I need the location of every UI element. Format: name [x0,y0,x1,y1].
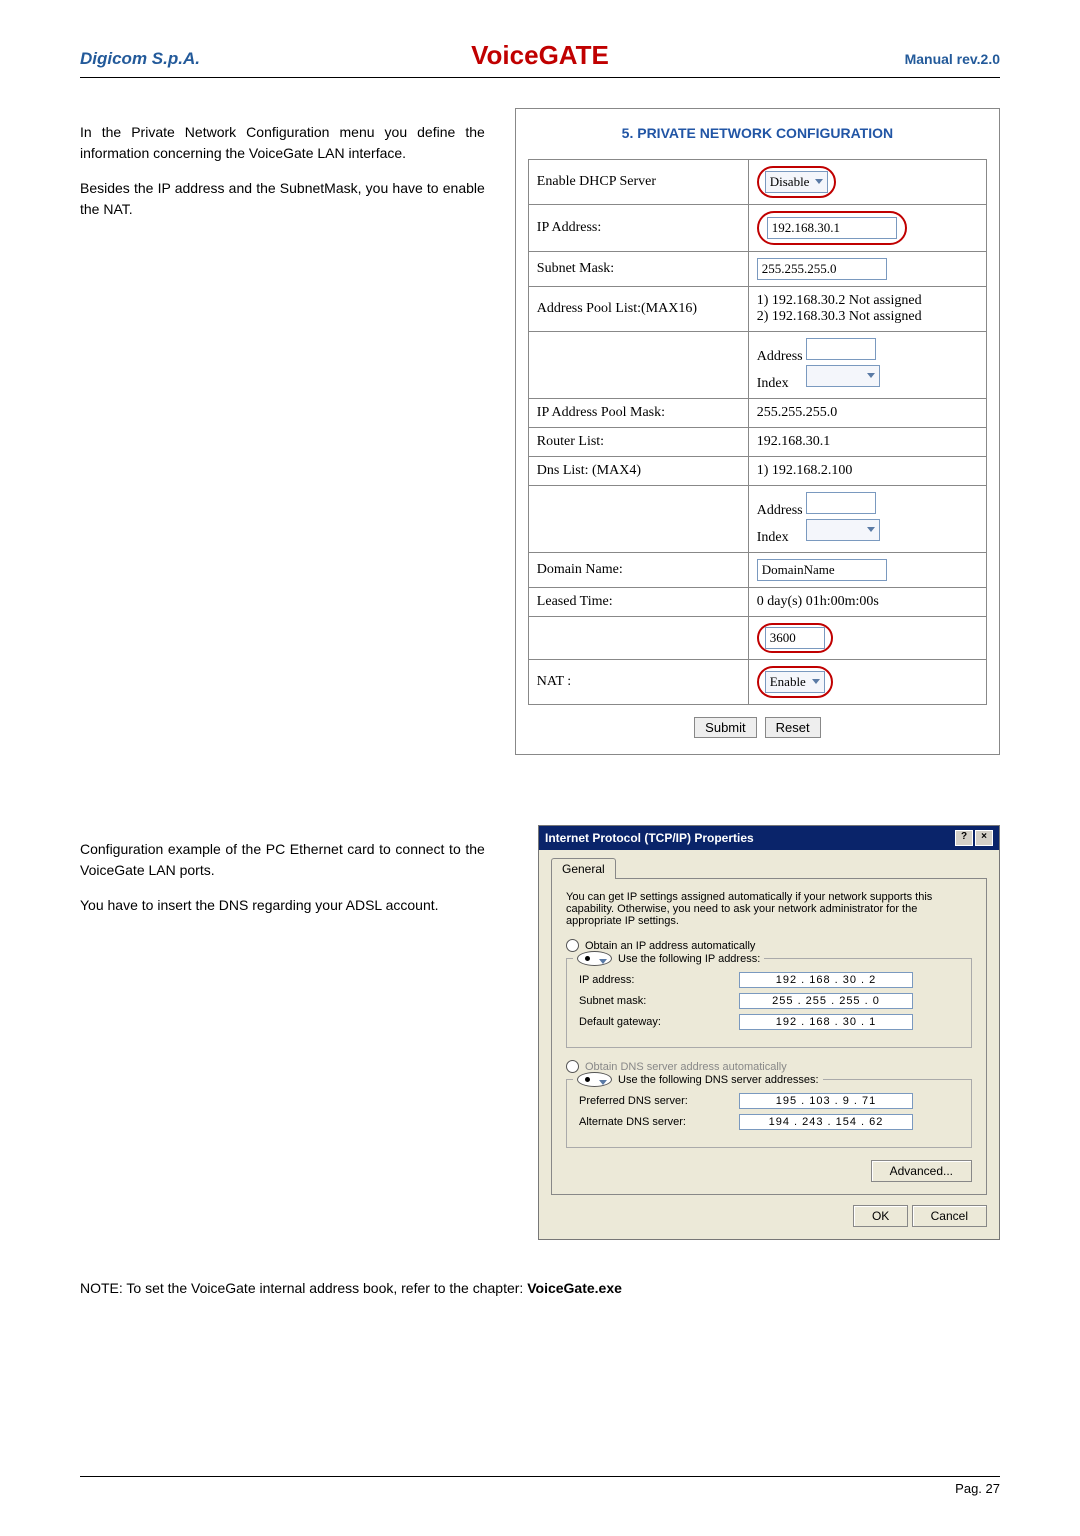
ip-addr-input[interactable]: 192 . 168 . 30 . 2 [739,972,913,988]
dns-index-label: Index [757,530,789,545]
radio-use-ip[interactable]: Use the following IP address: [573,951,764,966]
radio-obtain-ip[interactable]: Obtain an IP address automatically [566,939,972,952]
manual-revision: Manual rev.2.0 [693,51,1000,67]
ip-address-input[interactable]: 192.168.30.1 [767,217,897,239]
dns-alt-input[interactable]: 194 . 243 . 154 . 62 [739,1114,913,1130]
brand-name: Digicom S.p.A. [80,49,387,69]
router-list-label: Router List: [528,428,748,457]
ip-addr-label: IP address: [579,974,729,986]
pool-address-input[interactable] [806,338,876,360]
note-prefix: NOTE: To set the VoiceGate internal addr… [80,1280,527,1296]
highlight-nat: Enable [757,666,833,698]
panel-title: 5. PRIVATE NETWORK CONFIGURATION [528,125,987,141]
intro-paragraph-1: In the Private Network Configuration men… [80,122,485,164]
radio-obtain-dns: Obtain DNS server address automatically [566,1060,972,1073]
cancel-button[interactable]: Cancel [912,1205,987,1227]
product-title: VoiceGATE [387,40,694,71]
subnet-label: Subnet Mask: [528,252,748,287]
tcpip-paragraph-2: You have to insert the DNS regarding you… [80,895,485,916]
intro-paragraph-2: Besides the IP address and the SubnetMas… [80,178,485,220]
domain-input[interactable]: DomainName [757,559,887,581]
radio-icon [566,939,579,952]
page-header: Digicom S.p.A. VoiceGATE Manual rev.2.0 [80,40,1000,78]
dns-index-select[interactable] [806,519,880,541]
highlight-dhcp: Disable [757,166,837,198]
advanced-button[interactable]: Advanced... [871,1160,972,1182]
highlight-ip-subnet: 192.168.30.1 [757,211,907,245]
gateway-input[interactable]: 192 . 168 . 30 . 1 [739,1014,913,1030]
pool-mask-value: 255.255.255.0 [748,399,986,428]
radio-obtain-dns-label: Obtain DNS server address automatically [585,1061,787,1073]
tcpip-subnet-input[interactable]: 255 . 255 . 255 . 0 [739,993,913,1009]
tab-general[interactable]: General [551,858,616,879]
note-bold: VoiceGate.exe [527,1280,622,1296]
submit-button[interactable]: Submit [694,717,756,738]
dns-pref-input[interactable]: 195 . 103 . 9 . 71 [739,1093,913,1109]
subnet-input[interactable]: 255.255.255.0 [757,258,887,280]
pool-mask-label: IP Address Pool Mask: [528,399,748,428]
dns-address-label: Address [757,503,803,518]
dns-address-input[interactable] [806,492,876,514]
radio-use-dns[interactable]: Use the following DNS server addresses: [573,1072,823,1087]
dns-list-label: Dns List: (MAX4) [528,457,748,486]
leased-label: Leased Time: [528,588,748,617]
dialog-description: You can get IP settings assigned automat… [566,891,972,927]
tcpip-dialog: Internet Protocol (TCP/IP) Properties ? … [538,825,1000,1240]
router-list-value: 192.168.30.1 [748,428,986,457]
help-icon[interactable]: ? [955,830,973,846]
nat-select[interactable]: Enable [765,671,825,693]
dialog-title: Internet Protocol (TCP/IP) Properties [545,831,754,845]
tcpip-paragraph-1: Configuration example of the PC Ethernet… [80,839,485,881]
page-note: NOTE: To set the VoiceGate internal addr… [80,1280,1000,1296]
radio-icon [566,1060,579,1073]
private-network-panel: 5. PRIVATE NETWORK CONFIGURATION Enable … [515,108,1000,755]
pool-index-select[interactable] [806,365,880,387]
reset-button[interactable]: Reset [765,717,821,738]
radio-icon [577,951,612,966]
pool-address-label: Address [757,349,803,364]
page-footer: Pag. 27 [80,1476,1000,1496]
pool-list-label: Address Pool List:(MAX16) [528,287,748,332]
radio-use-dns-label: Use the following DNS server addresses: [618,1074,819,1086]
radio-obtain-ip-label: Obtain an IP address automatically [585,940,755,952]
ip-address-label: IP Address: [528,205,748,252]
dns-list-value: 1) 192.168.2.100 [748,457,986,486]
enable-dhcp-label: Enable DHCP Server [528,160,748,205]
radio-use-ip-label: Use the following IP address: [618,953,760,965]
radio-icon [577,1072,612,1087]
gateway-label: Default gateway: [579,1016,729,1028]
nat-label: NAT : [528,660,748,705]
pool-list-line2: 2) 192.168.30.3 Not assigned [757,309,978,325]
tcpip-subnet-label: Subnet mask: [579,995,729,1007]
page-number: Pag. 27 [955,1481,1000,1496]
enable-dhcp-select[interactable]: Disable [765,171,829,193]
leased-value: 0 day(s) 01h:00m:00s [748,588,986,617]
dns-pref-label: Preferred DNS server: [579,1095,729,1107]
pool-index-label: Index [757,376,789,391]
dns-alt-label: Alternate DNS server: [579,1116,729,1128]
ok-button[interactable]: OK [853,1205,908,1227]
pool-list-line1: 1) 192.168.30.2 Not assigned [757,293,978,309]
leased-num-input[interactable]: 3600 [765,627,825,649]
domain-label: Domain Name: [528,553,748,588]
highlight-leased-num: 3600 [757,623,833,653]
close-icon[interactable]: × [975,830,993,846]
